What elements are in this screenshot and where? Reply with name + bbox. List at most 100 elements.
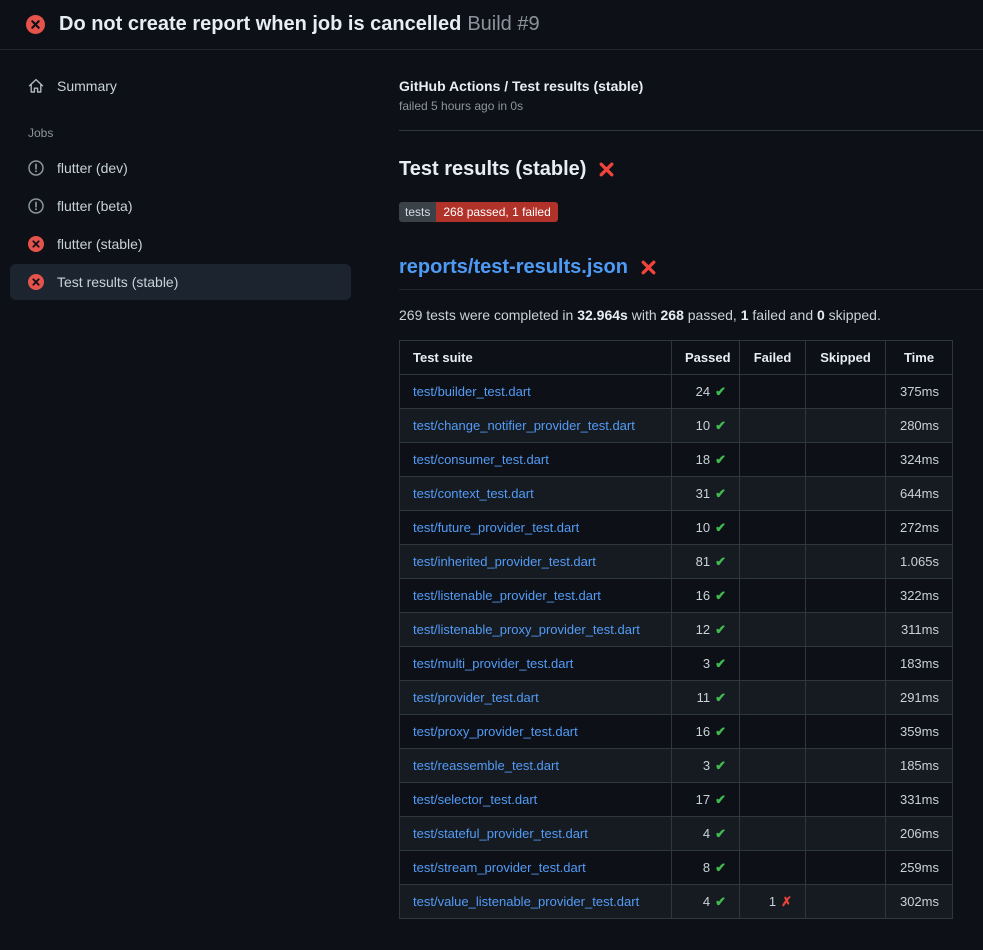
sidebar-item-label: Summary xyxy=(57,78,117,94)
header-passed: Passed xyxy=(672,341,740,375)
time-cell: 1.065s xyxy=(886,545,953,579)
test-suite-link[interactable]: test/future_provider_test.dart xyxy=(413,520,579,535)
check-icon: ✔ xyxy=(715,384,726,399)
suite-cell: test/future_provider_test.dart xyxy=(400,511,672,545)
table-row: test/stateful_provider_test.dart 4✔ 206ms xyxy=(400,817,953,851)
test-suite-link[interactable]: test/context_test.dart xyxy=(413,486,534,501)
results-table: Test suite Passed Failed Skipped Time te… xyxy=(399,340,953,919)
count-value: 4 xyxy=(703,894,710,909)
passed-cell: 10✔ xyxy=(672,511,740,545)
time-cell: 644ms xyxy=(886,477,953,511)
test-suite-link[interactable]: test/listenable_proxy_provider_test.dart xyxy=(413,622,640,637)
passed-cell: 16 ✔ xyxy=(672,715,740,749)
test-suite-link[interactable]: test/provider_test.dart xyxy=(413,690,539,705)
passed-cell: 24✔ xyxy=(672,375,740,409)
suite-cell: test/proxy_provider_test.dart xyxy=(400,715,672,749)
failed-cell xyxy=(740,443,806,477)
time-cell: 311ms xyxy=(886,613,953,647)
sidebar-item-flutter-beta[interactable]: flutter (beta) xyxy=(10,188,351,224)
header-test-suite: Test suite xyxy=(400,341,672,375)
run-status-line: failed 5 hours ago in 0s xyxy=(399,99,983,113)
test-suite-link[interactable]: test/builder_test.dart xyxy=(413,384,531,399)
count-value: 16 xyxy=(696,724,710,739)
failed-cell xyxy=(740,783,806,817)
failed-cell xyxy=(740,613,806,647)
test-suite-link[interactable]: test/selector_test.dart xyxy=(413,792,537,807)
test-suite-link[interactable]: test/change_notifier_provider_test.dart xyxy=(413,418,635,433)
report-link[interactable]: reports/test-results.json xyxy=(399,256,628,279)
passed-cell: 17✔ xyxy=(672,783,740,817)
content: Summary Jobs flutter (dev) flut xyxy=(0,50,983,919)
table-row: test/listenable_provider_test.dart16✔322… xyxy=(400,579,953,613)
suite-cell: test/context_test.dart xyxy=(400,477,672,511)
test-suite-link[interactable]: test/proxy_provider_test.dart xyxy=(413,724,578,739)
test-suite-link[interactable]: test/value_listenable_provider_test.dart xyxy=(413,894,639,909)
skipped-cell xyxy=(806,783,886,817)
jobs-section-label: Jobs xyxy=(10,106,351,150)
check-icon: ✔ xyxy=(715,656,726,671)
test-suite-link[interactable]: test/reassemble_test.dart xyxy=(413,758,559,773)
passed-cell: 8✔ xyxy=(672,851,740,885)
header-failed: Failed xyxy=(740,341,806,375)
count-value: 18 xyxy=(696,452,710,467)
cross-icon: ✗ xyxy=(781,894,792,909)
sidebar-item-flutter-dev[interactable]: flutter (dev) xyxy=(10,150,351,186)
passed-cell: 4✔ xyxy=(672,885,740,919)
suite-cell: test/listenable_provider_test.dart xyxy=(400,579,672,613)
table-row: test/builder_test.dart24✔375ms xyxy=(400,375,953,409)
failed-cell xyxy=(740,817,806,851)
failed-cell xyxy=(740,375,806,409)
passed-cell: 12✔ xyxy=(672,613,740,647)
suite-cell: test/stream_provider_test.dart xyxy=(400,851,672,885)
check-icon: ✔ xyxy=(715,690,726,705)
table-row: test/inherited_provider_test.dart 81✔ 1.06… xyxy=(400,545,953,579)
test-suite-link[interactable]: test/consumer_test.dart xyxy=(413,452,549,467)
passed-cell: 31✔ xyxy=(672,477,740,511)
test-suite-link[interactable]: test/inherited_provider_test.dart xyxy=(413,554,596,569)
check-icon: ✔ xyxy=(715,758,726,773)
sidebar-item-summary[interactable]: Summary xyxy=(10,68,351,104)
table-row: test/selector_test.dart17✔331ms xyxy=(400,783,953,817)
breadcrumb: GitHub Actions / Test results (stable) xyxy=(399,78,983,94)
check-icon: ✔ xyxy=(715,724,726,739)
passed-cell: 81✔ xyxy=(672,545,740,579)
test-suite-link[interactable]: test/multi_provider_test.dart xyxy=(413,656,573,671)
time-cell: 206ms xyxy=(886,817,953,851)
skipped-cell xyxy=(806,579,886,613)
table-row: test/change_notifier_provider_test.dart1… xyxy=(400,409,953,443)
sidebar-item-flutter-stable[interactable]: flutter (stable) xyxy=(10,226,351,262)
suite-cell: test/value_listenable_provider_test.dart xyxy=(400,885,672,919)
tests-badge: tests 268 passed, 1 failed xyxy=(399,202,558,222)
test-suite-link[interactable]: test/stateful_provider_test.dart xyxy=(413,826,588,841)
header-skipped: Skipped xyxy=(806,341,886,375)
count-value: 16 xyxy=(696,588,710,603)
skipped-cell xyxy=(806,511,886,545)
count-value: 8 xyxy=(703,860,710,875)
skipped-cell xyxy=(806,851,886,885)
results-table-body: test/builder_test.dart24✔375mstest/chang… xyxy=(400,375,953,919)
table-row: test/consumer_test.dart18✔324ms xyxy=(400,443,953,477)
skipped-cell xyxy=(806,817,886,851)
failed-x-icon xyxy=(640,259,657,276)
time-cell: 183ms xyxy=(886,647,953,681)
passed-cell: 11 ✔ xyxy=(672,681,740,715)
time-cell: 291ms xyxy=(886,681,953,715)
run-title: Do not create report when job is cancell… xyxy=(59,13,461,35)
test-suite-link[interactable]: test/listenable_provider_test.dart xyxy=(413,588,601,603)
failed-x-icon xyxy=(598,161,615,178)
check-icon: ✔ xyxy=(715,792,726,807)
check-icon: ✔ xyxy=(715,452,726,467)
skipped-cell xyxy=(806,885,886,919)
test-suite-link[interactable]: test/stream_provider_test.dart xyxy=(413,860,586,875)
table-row: test/reassemble_test.dart3✔185ms xyxy=(400,749,953,783)
count-value: 11 xyxy=(697,690,711,705)
passed-cell: 4✔ xyxy=(672,817,740,851)
skipped-cell xyxy=(806,375,886,409)
failed-status-icon xyxy=(26,15,45,34)
check-icon: ✔ xyxy=(715,486,726,501)
table-header-row: Test suite Passed Failed Skipped Time xyxy=(400,341,953,375)
sidebar-item-test-results-stable[interactable]: Test results (stable) xyxy=(10,264,351,300)
table-row: test/context_test.dart 31✔ 644ms xyxy=(400,477,953,511)
time-cell: 185ms xyxy=(886,749,953,783)
page-header: Do not create report when job is cancell… xyxy=(0,0,983,50)
